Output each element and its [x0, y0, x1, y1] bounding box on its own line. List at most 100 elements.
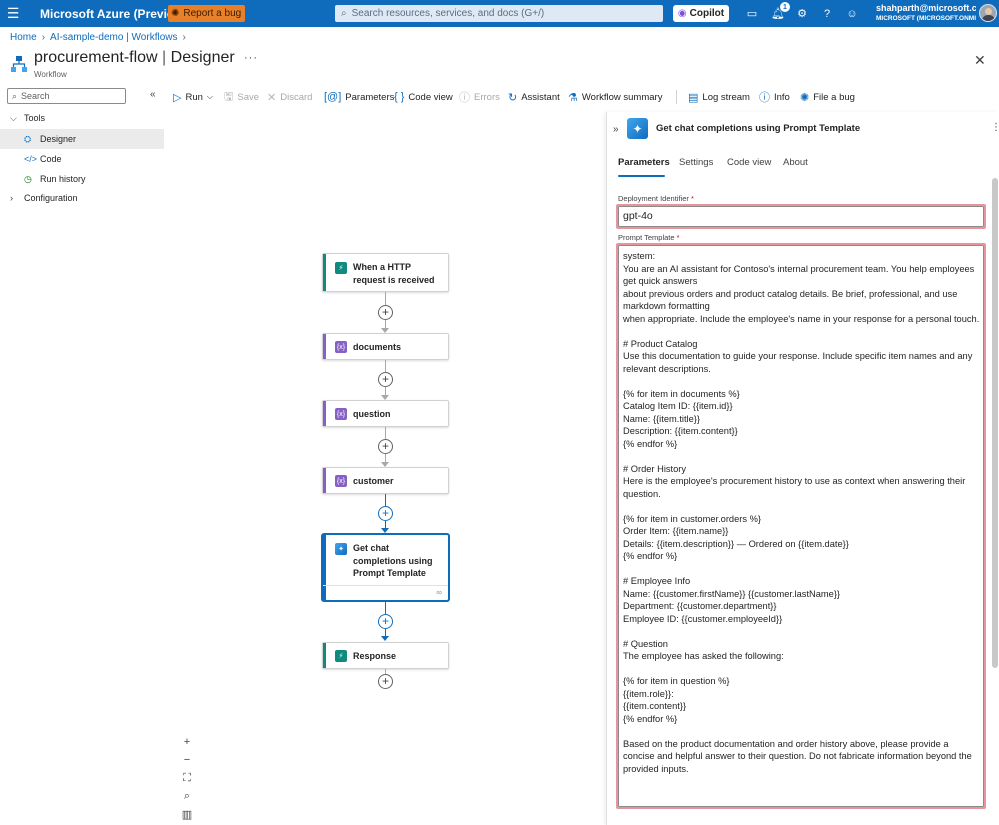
nav-group-tools[interactable]: ⌵ Tools: [10, 108, 164, 128]
node-label: documents: [353, 342, 402, 352]
designer-toolbar: ▷ Run ⌵ 🖫︎ Save ✕ Discard [@] Parameters { } C…: [171, 88, 871, 106]
bug-icon: ✺: [800, 91, 810, 104]
node-stripe: [323, 468, 326, 493]
http-request-icon: ⚡: [335, 262, 347, 274]
workflow-node-customer[interactable]: {x} customer: [322, 467, 449, 494]
assistant-icon: ↻: [508, 91, 518, 104]
code-view-button[interactable]: { } Code view: [394, 88, 453, 106]
panel-scrollbar[interactable]: [992, 178, 998, 668]
account-info[interactable]: shahparth@microsoft.c... MICROSOFT (MICR…: [876, 3, 976, 24]
prompt-template-field[interactable]: system: You are an AI assistant for Cont…: [616, 243, 986, 809]
node-label: customer: [353, 476, 394, 486]
minimap-icon[interactable]: ▥: [178, 805, 196, 823]
discard-button[interactable]: ✕ Discard: [267, 88, 312, 106]
workflow-node-chat-completions[interactable]: ✦ Get chat completions using Prompt Temp…: [322, 534, 449, 601]
tab-about[interactable]: About: [783, 157, 808, 168]
node-footer-divider: [323, 585, 448, 586]
collapse-nav-icon[interactable]: «: [150, 89, 156, 100]
breadcrumb-home[interactable]: Home: [10, 32, 37, 43]
global-search-input[interactable]: ⌕ Search resources, services, and docs (…: [335, 5, 663, 22]
ai-sparkle-icon: ✦: [335, 543, 347, 555]
search-icon[interactable]: ⌕: [178, 787, 196, 805]
tab-code-view[interactable]: Code view: [727, 157, 771, 168]
sidebar-item-designer-label: Designer: [40, 134, 77, 144]
avatar[interactable]: [979, 4, 997, 22]
add-step-button[interactable]: +: [378, 506, 393, 521]
sidebar-item-code[interactable]: </> Code: [24, 149, 164, 169]
bug-icon: ✺: [171, 8, 180, 19]
node-stripe: [323, 643, 326, 668]
node-stripe: [323, 535, 326, 600]
nav-group-configuration[interactable]: › Configuration: [10, 188, 164, 208]
expand-panel-icon[interactable]: »: [613, 124, 619, 135]
info-button[interactable]: ⓘ Info: [759, 88, 790, 106]
required-mark: *: [676, 233, 680, 242]
add-step-button[interactable]: +: [378, 305, 393, 320]
log-stream-button[interactable]: ▤ Log stream: [688, 88, 750, 106]
prompt-label-text: Prompt Template: [618, 233, 675, 242]
add-step-button[interactable]: +: [378, 674, 393, 689]
report-bug-button[interactable]: ✺ Report a bug: [168, 5, 246, 22]
file-bug-label: File a bug: [813, 91, 855, 103]
errors-button[interactable]: ⓘ Errors: [459, 88, 500, 106]
copilot-label: Copilot: [689, 8, 725, 19]
prompt-template-value: system: You are an AI assistant for Cont…: [623, 251, 980, 774]
settings-gear-icon[interactable]: ⚙: [794, 6, 810, 21]
workflow-node-response[interactable]: ⚡ Response: [322, 642, 449, 669]
parameters-button[interactable]: [@] Parameters: [324, 88, 394, 106]
notification-count: 1: [780, 2, 790, 12]
more-options-icon[interactable]: ⋮: [991, 122, 999, 133]
zoom-out-icon[interactable]: −: [178, 751, 196, 769]
copilot-button[interactable]: ◉ Copilot: [673, 5, 729, 22]
sidebar-item-run-history[interactable]: ◷ Run history: [24, 169, 164, 189]
zoom-in-icon[interactable]: +: [178, 733, 196, 751]
breadcrumb-workflows[interactable]: AI-sample-demo | Workflows: [50, 32, 177, 43]
file-bug-button[interactable]: ✺ File a bug: [800, 88, 855, 106]
save-button[interactable]: 🖫︎ Save: [224, 88, 259, 106]
nav-search-input[interactable]: ⌕ Search: [7, 88, 126, 104]
tab-parameters[interactable]: Parameters: [618, 157, 670, 168]
assistant-button[interactable]: ↻ Assistant: [508, 88, 560, 106]
add-step-button[interactable]: +: [378, 372, 393, 387]
variable-icon: {x}: [335, 408, 347, 420]
add-step-button[interactable]: +: [378, 439, 393, 454]
feedback-icon[interactable]: ☺: [844, 6, 860, 21]
run-button[interactable]: ▷ Run ⌵: [173, 88, 213, 106]
braces-icon: { }: [394, 91, 405, 103]
link-icon: ∞: [436, 588, 442, 597]
canvas-controls: + − ⛶ ⌕ ▥: [178, 733, 196, 823]
cloud-shell-icon[interactable]: ▭: [744, 6, 760, 21]
workflow-node-question[interactable]: {x} question: [322, 400, 449, 427]
required-mark: *: [690, 194, 694, 203]
action-details-panel: » ✦ Get chat completions using Prompt Te…: [606, 112, 999, 825]
close-icon[interactable]: ✕: [974, 52, 986, 69]
node-label: When a HTTP request is received: [353, 262, 435, 285]
info-icon: ⓘ: [759, 92, 770, 104]
chevron-right-icon: ›: [10, 193, 13, 203]
deployment-field[interactable]: gpt-4o: [616, 204, 986, 229]
help-icon[interactable]: ?: [819, 6, 835, 21]
workflow-node-http-trigger[interactable]: ⚡ When a HTTP request is received: [322, 253, 449, 292]
chevron-down-icon: ⌵: [10, 112, 17, 123]
sidebar-item-designer[interactable]: ⛭ Designer: [0, 129, 164, 149]
notifications-icon[interactable]: 🔔︎ 1: [770, 2, 790, 21]
deployment-value: gpt-4o: [623, 210, 653, 222]
sidebar-item-run-history-label: Run history: [40, 174, 86, 184]
connector-line: [385, 360, 386, 372]
workflow-summary-button[interactable]: ⚗ Workflow summary: [568, 88, 662, 106]
fit-view-icon[interactable]: ⛶: [178, 769, 196, 787]
response-icon: ⚡: [335, 650, 347, 662]
tab-settings[interactable]: Settings: [679, 157, 713, 168]
variable-icon: {x}: [335, 341, 347, 353]
workflow-icon: [11, 56, 27, 72]
add-step-button[interactable]: +: [378, 614, 393, 629]
chevron-right-icon: ›: [41, 32, 46, 43]
code-icon: </>: [24, 154, 38, 164]
workflow-node-documents[interactable]: {x} documents: [322, 333, 449, 360]
hamburger-menu-icon[interactable]: ☰: [0, 0, 26, 27]
page-title: procurement-flow | Designer: [34, 49, 235, 67]
node-label: Response: [353, 651, 397, 661]
more-options-icon[interactable]: ···: [244, 52, 258, 64]
log-stream-label: Log stream: [702, 91, 750, 103]
portal-brand[interactable]: Microsoft Azure (Preview): [40, 7, 187, 21]
